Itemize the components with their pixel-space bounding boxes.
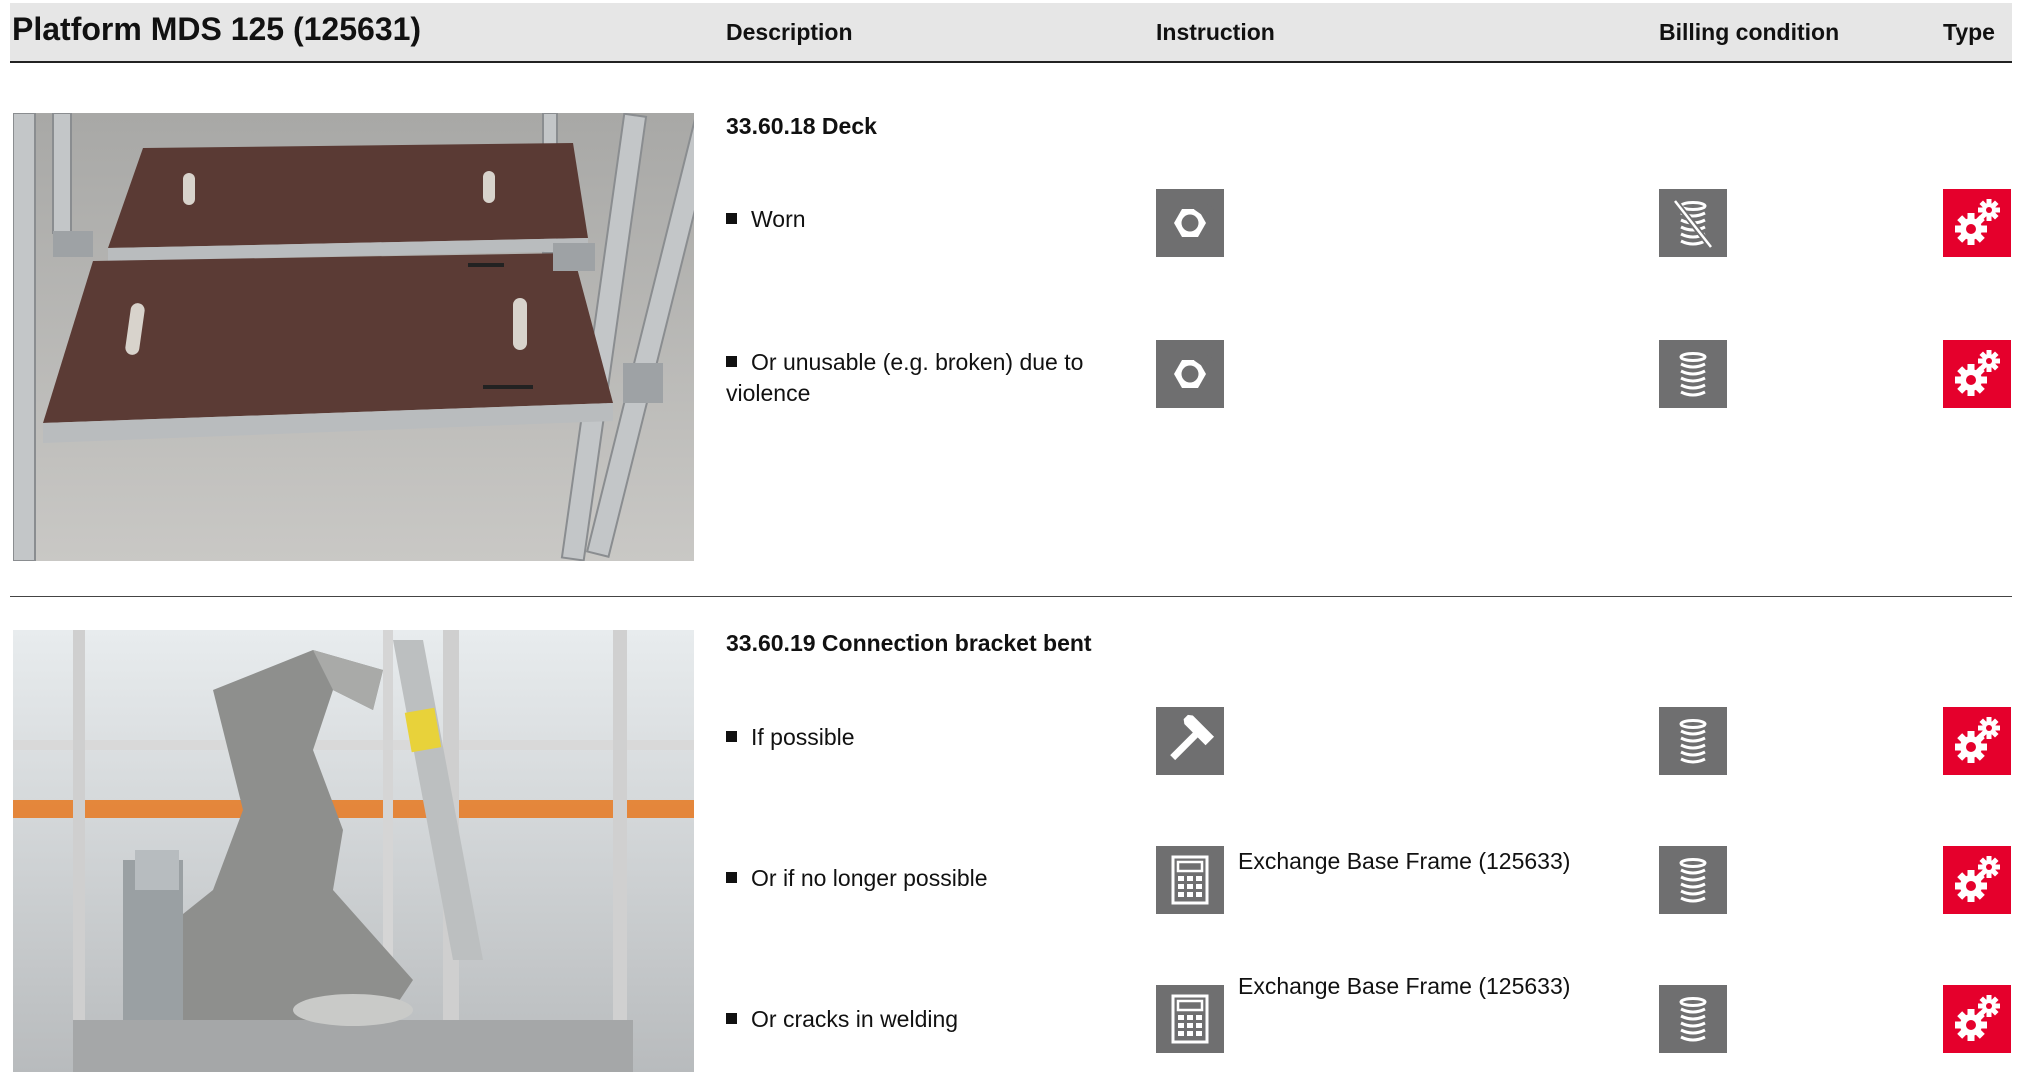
page-title: Platform MDS 125 (125631) [12,11,422,47]
calculator-icon [1156,846,1224,914]
section-divider [10,596,2012,597]
bullet [726,213,737,224]
list-item: Or cracks in welding [726,1004,1126,1035]
instruction-note: Exchange Base Frame (125633) [1238,973,1571,999]
deck-photo [13,113,694,561]
list-item: Or if no longer possible [726,863,1126,894]
column-header-billing: Billing condition [1659,19,1840,45]
coins-icon [1659,985,1727,1053]
table-header: Platform MDS 125 (125631) Description In… [10,3,2012,63]
hex-nut-icon [1156,340,1224,408]
instruction-note: Exchange Base Frame (125633) [1238,848,1571,874]
hex-nut-icon [1156,189,1224,257]
bullet [726,731,737,742]
column-header-type: Type [1943,19,1995,45]
coins-icon [1659,340,1727,408]
list-item: Or unusable (e.g. broken) due to violenc… [726,347,1126,409]
list-item-text: Or unusable (e.g. broken) due to violenc… [726,349,1084,406]
bullet [726,872,737,883]
column-header-description: Description [726,19,853,45]
coins-crossed-icon [1659,189,1727,257]
bullet [726,1013,737,1024]
gears-icon [1943,985,2011,1053]
list-item-text: Worn [751,206,806,232]
coins-icon [1659,846,1727,914]
list-item-text: Or cracks in welding [751,1006,959,1032]
section-title: 33.60.18 Deck [726,113,877,139]
gears-icon [1943,707,2011,775]
list-item: Worn [726,204,1126,235]
column-header-instruction: Instruction [1156,19,1275,45]
bullet [726,356,737,367]
section-title: 33.60.19 Connection bracket bent [726,630,1092,656]
hammer-icon [1156,707,1224,775]
gears-icon [1943,846,2011,914]
list-item-text: Or if no longer possible [751,865,988,891]
list-item: If possible [726,722,1126,753]
list-item-text: If possible [751,724,855,750]
gears-icon [1943,340,2011,408]
connection-bracket-photo [13,630,694,1072]
calculator-icon [1156,985,1224,1053]
gears-icon [1943,189,2011,257]
coins-icon [1659,707,1727,775]
